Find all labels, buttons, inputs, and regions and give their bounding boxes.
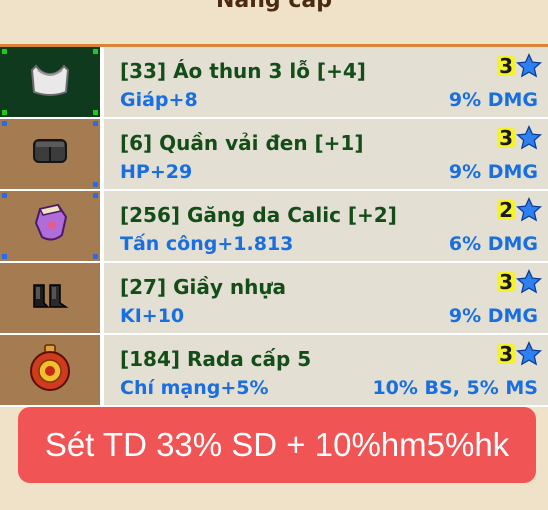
item-stat: Chí mạng+5% — [120, 377, 269, 399]
radar-icon — [25, 343, 75, 397]
star-rating: 2 — [497, 197, 542, 223]
slot-corner-marker — [93, 254, 98, 259]
item-stat: Tấn công+1.813 — [120, 233, 294, 255]
black-pants-icon — [28, 134, 72, 174]
item-bonus: 10% BS, 5% MS — [372, 377, 538, 399]
plastic-boots-icon — [28, 279, 72, 317]
item-stat: KI+10 — [120, 305, 185, 327]
set-bonus-banner: Sét TD 33% SD + 10%hm5%hk — [18, 407, 536, 483]
slot-corner-marker — [2, 121, 7, 126]
item-slot[interactable] — [0, 263, 104, 333]
slot-corner-marker — [93, 121, 98, 126]
item-row-boots[interactable]: [27] Giầy nhựa KI+10 9% DMG 3 — [0, 263, 548, 335]
item-list: [33] Áo thun 3 lỗ [+4] Giáp+8 9% DMG 3 [… — [0, 47, 548, 407]
item-slot[interactable] — [0, 191, 104, 261]
leather-glove-icon — [28, 201, 72, 251]
star-rating: 3 — [497, 125, 542, 151]
star-count: 2 — [497, 198, 515, 222]
star-icon — [516, 125, 542, 150]
item-name: [256] Găng da Calic [+2] — [120, 203, 397, 227]
star-count: 3 — [497, 342, 515, 366]
star-rating: 3 — [497, 341, 542, 367]
slot-corner-marker — [93, 49, 98, 54]
item-stat: HP+29 — [120, 161, 193, 183]
slot-corner-marker — [93, 110, 98, 115]
header: Nâng cấp — [0, 0, 548, 47]
item-row-glove[interactable]: [256] Găng da Calic [+2] Tấn công+1.813 … — [0, 191, 548, 263]
item-name: [6] Quần vải đen [+1] — [120, 131, 364, 155]
star-icon — [516, 197, 542, 222]
item-name: [27] Giầy nhựa — [120, 275, 287, 299]
item-bonus: 9% DMG — [448, 305, 538, 327]
slot-corner-marker — [93, 193, 98, 198]
item-slot[interactable] — [0, 119, 104, 189]
slot-corner-marker — [2, 110, 7, 115]
item-slot[interactable] — [0, 47, 104, 117]
item-row-pants[interactable]: [6] Quần vải đen [+1] HP+29 9% DMG 3 — [0, 119, 548, 191]
star-rating: 3 — [497, 53, 542, 79]
item-row-radar[interactable]: [184] Rada cấp 5 Chí mạng+5% 10% BS, 5% … — [0, 335, 548, 407]
item-name: [33] Áo thun 3 lỗ [+4] — [120, 59, 366, 83]
star-count: 3 — [497, 270, 515, 294]
item-bonus: 6% DMG — [448, 233, 538, 255]
item-stat: Giáp+8 — [120, 89, 198, 111]
page-title: Nâng cấp — [216, 0, 332, 13]
slot-corner-marker — [2, 49, 7, 54]
star-count: 3 — [497, 54, 515, 78]
star-icon — [516, 53, 542, 78]
item-bonus: 9% DMG — [448, 89, 538, 111]
slot-corner-marker — [2, 254, 7, 259]
star-icon — [516, 269, 542, 294]
item-name: [184] Rada cấp 5 — [120, 347, 312, 371]
star-count: 3 — [497, 126, 515, 150]
item-bonus: 9% DMG — [448, 161, 538, 183]
star-rating: 3 — [497, 269, 542, 295]
item-slot[interactable] — [0, 335, 104, 405]
item-row-tank-top[interactable]: [33] Áo thun 3 lỗ [+4] Giáp+8 9% DMG 3 — [0, 47, 548, 119]
tank-top-icon — [28, 60, 72, 104]
slot-corner-marker — [2, 193, 7, 198]
slot-corner-marker — [93, 182, 98, 187]
star-icon — [516, 341, 542, 366]
